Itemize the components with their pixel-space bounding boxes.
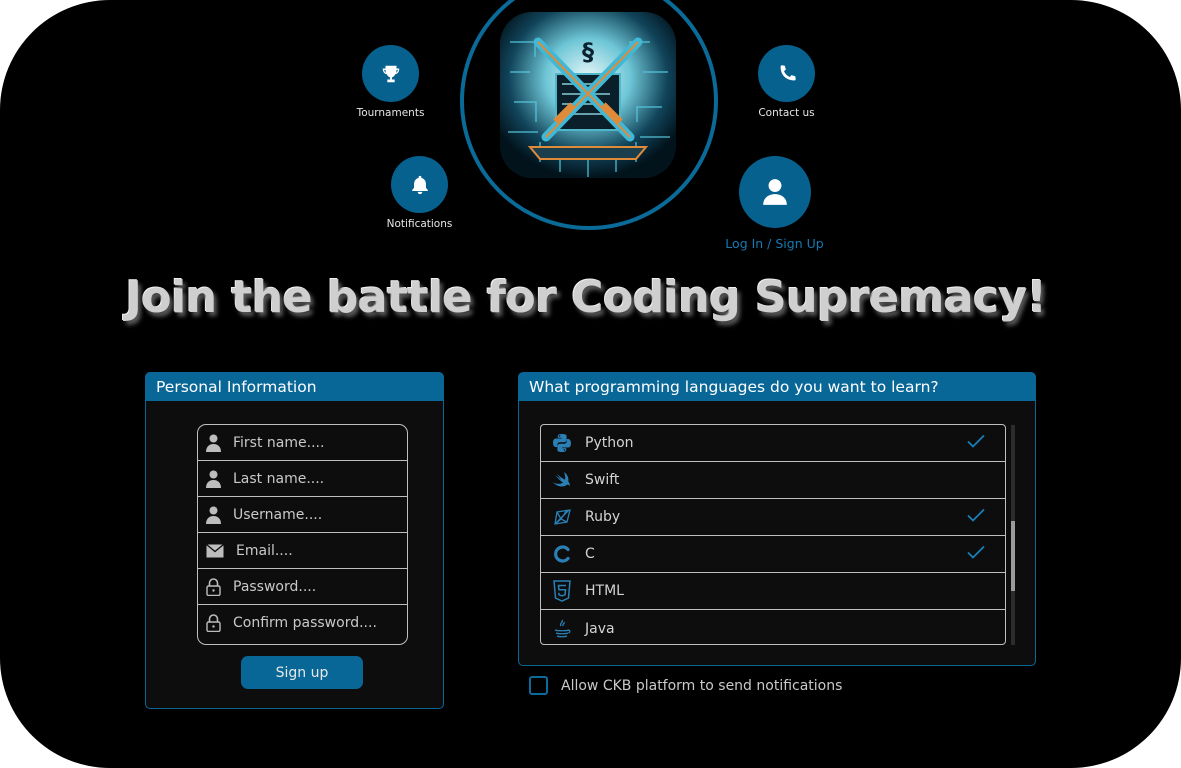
envelope-icon — [206, 543, 224, 557]
list-item-swift[interactable]: Swift — [541, 462, 1005, 499]
java-icon — [551, 618, 573, 640]
svg-text:§: § — [582, 38, 594, 66]
contact-button[interactable] — [758, 45, 815, 102]
language-label: Python — [585, 435, 634, 451]
nav-login[interactable]: Log In / Sign Up — [717, 156, 832, 251]
tournaments-label: Tournaments — [356, 107, 425, 119]
language-label: Swift — [585, 472, 620, 488]
nav-notifications[interactable]: Notifications — [377, 156, 462, 230]
language-label: C — [585, 546, 595, 562]
first-name-field[interactable] — [198, 425, 407, 461]
languages-scrollbar[interactable] — [1011, 425, 1015, 645]
login-button[interactable] — [738, 156, 811, 228]
languages-list: Python Swift Ruby C HTML Java — [540, 424, 1006, 645]
last-name-field[interactable] — [198, 461, 407, 497]
swift-icon — [551, 469, 573, 491]
bell-icon — [411, 175, 428, 194]
email-input[interactable] — [234, 541, 398, 560]
notifications-consent-label: Allow CKB platform to send notifications — [561, 677, 843, 694]
confirm-password-field[interactable] — [198, 605, 407, 641]
notifications-label: Notifications — [386, 218, 453, 230]
password-input[interactable] — [231, 577, 395, 596]
tournaments-button[interactable] — [362, 45, 419, 102]
python-icon — [551, 432, 573, 454]
lock-icon — [206, 614, 221, 632]
password-field[interactable] — [198, 569, 407, 605]
notifications-consent[interactable]: Allow CKB platform to send notifications — [529, 676, 842, 695]
trophy-icon — [382, 65, 399, 82]
app-frame: Tournaments Notifications § Contact us L… — [0, 0, 1181, 768]
username-input[interactable] — [231, 505, 395, 524]
language-label: HTML — [585, 583, 624, 599]
ruby-icon — [551, 506, 573, 528]
list-item-html[interactable]: HTML — [541, 573, 1005, 610]
confirm-password-input[interactable] — [231, 614, 395, 632]
user-icon — [206, 470, 221, 488]
login-label[interactable]: Log In / Sign Up — [717, 236, 832, 251]
nav-contact[interactable]: Contact us — [744, 45, 829, 119]
notifications-checkbox[interactable] — [529, 676, 548, 695]
notifications-button[interactable] — [391, 156, 448, 213]
language-label: Java — [585, 620, 615, 637]
scrollbar-thumb[interactable] — [1011, 521, 1015, 591]
user-icon — [206, 434, 221, 452]
list-item-java[interactable]: Java — [541, 610, 1005, 644]
languages-title: What programming languages do you want t… — [519, 373, 1035, 401]
languages-panel: What programming languages do you want t… — [518, 372, 1036, 666]
user-icon — [206, 506, 221, 524]
checkmark-icon — [967, 434, 985, 448]
username-field[interactable] — [198, 497, 407, 533]
personal-info-panel: Personal Information First name.... Last… — [145, 372, 444, 709]
signup-form — [197, 424, 408, 645]
language-label: Ruby — [585, 509, 621, 525]
list-item-python[interactable]: Python — [541, 425, 1005, 462]
list-item-ruby[interactable]: Ruby — [541, 499, 1005, 536]
crossed-swords-logo[interactable]: § — [500, 12, 676, 178]
html5-icon — [551, 580, 573, 602]
email-field[interactable] — [198, 533, 407, 569]
phone-icon — [780, 64, 796, 80]
c-icon — [551, 543, 573, 565]
checkmark-icon — [967, 508, 985, 522]
sign-up-button[interactable]: Sign up — [241, 656, 363, 689]
user-icon — [762, 179, 787, 205]
page-headline: Join the battle for Coding Supremacy! — [125, 272, 1047, 323]
personal-info-title: Personal Information — [146, 373, 443, 401]
list-item-c[interactable]: C — [541, 536, 1005, 573]
contact-label: Contact us — [758, 107, 815, 119]
last-name-input[interactable] — [231, 469, 395, 488]
nav-tournaments[interactable]: Tournaments — [348, 45, 433, 119]
first-name-input[interactable] — [231, 433, 395, 452]
lock-icon — [206, 577, 221, 596]
checkmark-icon — [967, 545, 985, 559]
